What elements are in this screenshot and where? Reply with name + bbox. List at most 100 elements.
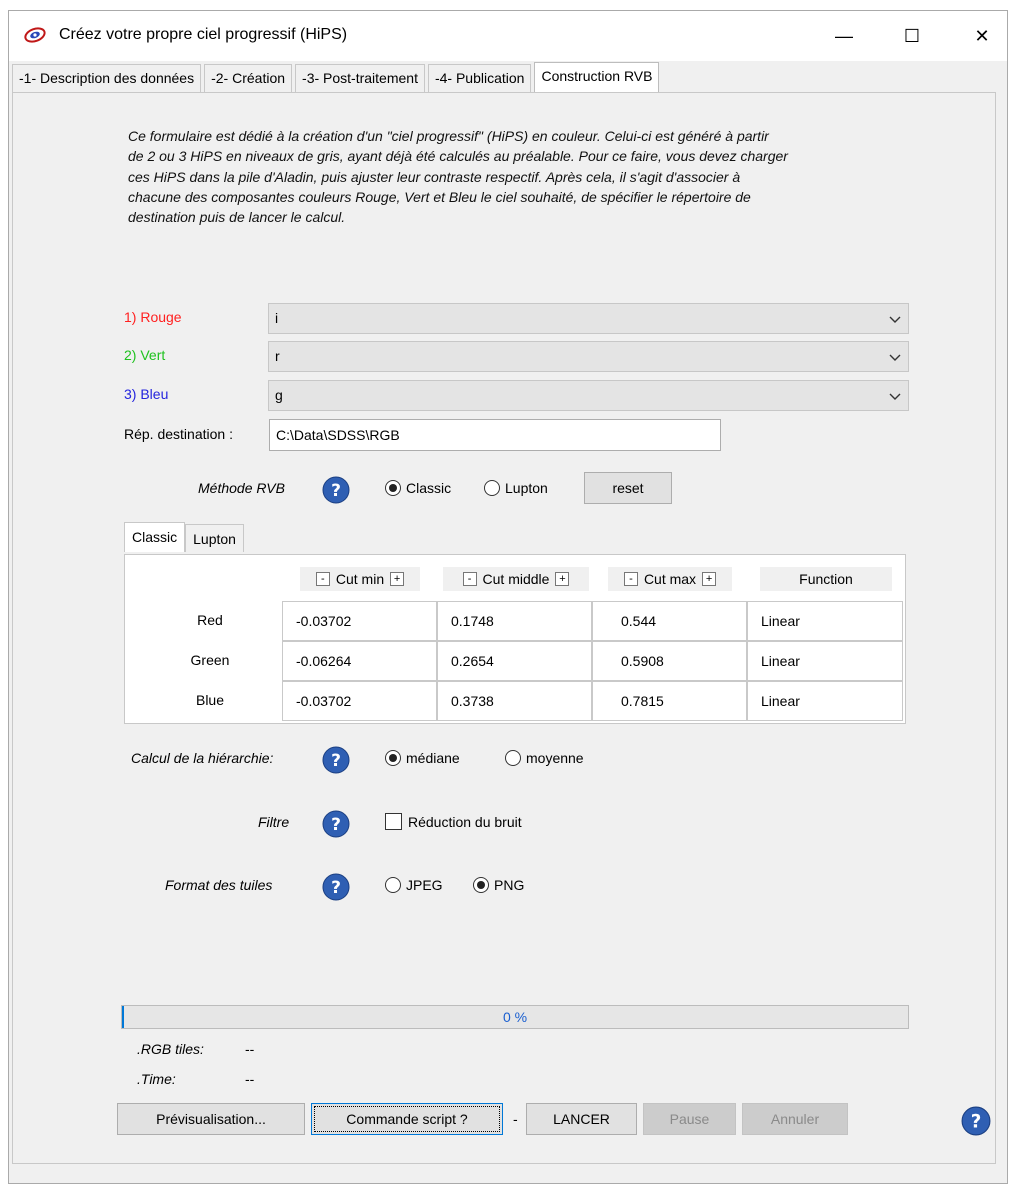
launch-button[interactable]: LANCER: [526, 1103, 637, 1135]
red-cut-min-field[interactable]: -0.03702: [282, 601, 437, 641]
cut-max-increase-button[interactable]: +: [702, 572, 717, 586]
method-classic-radio[interactable]: Classic: [385, 480, 451, 496]
tab-post-processing[interactable]: -3- Post-traitement: [295, 64, 425, 92]
cut-max-header: - Cut max +: [608, 567, 732, 591]
method-label: Méthode RVB: [198, 480, 285, 496]
blue-function-select[interactable]: Linear: [747, 681, 903, 721]
method-lupton-label: Lupton: [505, 480, 548, 496]
tab-publication[interactable]: -4- Publication: [427, 64, 532, 92]
reset-button[interactable]: reset: [584, 472, 672, 504]
cut-min-decrease-button[interactable]: -: [315, 572, 330, 586]
tab-lupton[interactable]: Lupton: [185, 524, 244, 552]
cut-max-label: Cut max: [643, 571, 697, 587]
row-blue-label: Blue: [195, 692, 225, 708]
blue-channel-label: 3) Bleu: [124, 386, 169, 402]
rgb-tiles-label: .RGB tiles:: [137, 1041, 204, 1057]
help-icon[interactable]: ?: [322, 873, 350, 901]
green-channel-value: r: [275, 348, 280, 364]
radio-selected: [473, 877, 489, 893]
svg-text:?: ?: [331, 481, 341, 501]
blue-cut-max-field[interactable]: 0.7815: [592, 681, 747, 721]
format-jpeg-radio[interactable]: JPEG: [385, 877, 443, 893]
progress-text: 0 %: [502, 1009, 528, 1025]
format-png-radio[interactable]: PNG: [473, 877, 524, 893]
destination-label: Rép. destination :: [124, 426, 233, 442]
cut-middle-decrease-button[interactable]: -: [462, 572, 477, 586]
row-green-label: Green: [190, 652, 230, 668]
destination-field[interactable]: [269, 419, 721, 451]
cut-min-increase-button[interactable]: +: [390, 572, 405, 586]
method-classic-label: Classic: [406, 480, 452, 496]
button-separator: -: [513, 1111, 518, 1127]
cut-min-label: Cut min: [335, 571, 385, 587]
progress-bar: 0 %: [121, 1005, 909, 1029]
help-icon[interactable]: ?: [322, 476, 350, 504]
preview-button[interactable]: Prévisualisation...: [117, 1103, 305, 1135]
format-jpeg-label: JPEG: [406, 877, 443, 893]
main-tabs: -1- Description des données -2- Création…: [12, 62, 662, 92]
format-png-label: PNG: [494, 877, 525, 893]
help-icon[interactable]: ?: [961, 1106, 991, 1136]
green-function-select[interactable]: Linear: [747, 641, 903, 681]
blue-cut-min-field[interactable]: -0.03702: [282, 681, 437, 721]
rgb-tiles-value: --: [245, 1041, 255, 1057]
tab-rgb-construction[interactable]: Construction RVB: [534, 62, 660, 92]
hierarchy-median-radio[interactable]: médiane: [385, 750, 460, 766]
red-channel-label: 1) Rouge: [124, 309, 182, 325]
green-channel-select[interactable]: r: [268, 341, 909, 372]
red-cut-middle-field[interactable]: 0.1748: [437, 601, 592, 641]
red-cut-max-field[interactable]: 0.544: [592, 601, 747, 641]
aladin-logo-icon: [24, 27, 46, 43]
cut-middle-increase-button[interactable]: +: [555, 572, 570, 586]
window-title: Créez votre propre ciel progressif (HiPS…: [59, 26, 348, 43]
pause-button: Pause: [643, 1103, 736, 1135]
script-command-button[interactable]: Commande script ?: [311, 1103, 503, 1135]
form-description: Ce formulaire est dédié à la création d'…: [128, 128, 788, 226]
green-channel-label: 2) Vert: [124, 347, 166, 363]
blue-cut-middle-field[interactable]: 0.3738: [437, 681, 592, 721]
tab-description[interactable]: -1- Description des données: [12, 64, 202, 92]
green-cut-max-field[interactable]: 0.5908: [592, 641, 747, 681]
tab-creation[interactable]: -2- Création: [204, 64, 293, 92]
time-value: --: [245, 1071, 255, 1087]
radio-selected: [385, 750, 401, 766]
chevron-down-icon: [889, 354, 901, 361]
help-icon[interactable]: ?: [322, 810, 350, 838]
tab-classic[interactable]: Classic: [124, 522, 186, 552]
hierarchy-mean-radio[interactable]: moyenne: [505, 750, 584, 766]
cut-max-decrease-button[interactable]: -: [623, 572, 638, 586]
svg-text:?: ?: [971, 1111, 982, 1132]
red-channel-select[interactable]: i: [268, 303, 909, 334]
tile-format-label: Format des tuiles: [165, 877, 273, 893]
minimize-button[interactable]: —: [829, 21, 859, 51]
red-function-select[interactable]: Linear: [747, 601, 903, 641]
maximize-button[interactable]: ☐: [897, 21, 927, 51]
green-cut-min-field[interactable]: -0.06264: [282, 641, 437, 681]
method-tabs: Classic Lupton: [124, 522, 244, 552]
chevron-down-icon: [889, 316, 901, 323]
blue-channel-select[interactable]: g: [268, 380, 909, 411]
cancel-button: Annuler: [742, 1103, 848, 1135]
filter-label: Filtre: [258, 814, 290, 830]
method-lupton-radio[interactable]: Lupton: [484, 480, 548, 496]
radio-unselected: [385, 877, 401, 893]
cut-middle-label: Cut middle: [482, 571, 550, 587]
noise-reduction-checkbox[interactable]: Réduction du bruit: [385, 813, 522, 830]
checkbox-box: [385, 813, 402, 830]
green-cut-middle-field[interactable]: 0.2654: [437, 641, 592, 681]
cut-min-header: - Cut min +: [300, 567, 420, 591]
red-channel-value: i: [275, 310, 279, 326]
cut-middle-header: - Cut middle +: [443, 567, 589, 591]
noise-reduction-label: Réduction du bruit: [408, 813, 522, 830]
help-icon[interactable]: ?: [322, 746, 350, 774]
title-bar: Créez votre propre ciel progressif (HiPS…: [9, 11, 1007, 61]
row-red-label: Red: [197, 612, 223, 628]
hierarchy-label: Calcul de la hiérarchie:: [131, 750, 274, 766]
hierarchy-median-label: médiane: [406, 750, 460, 766]
svg-text:?: ?: [331, 751, 341, 771]
svg-text:?: ?: [331, 815, 341, 835]
chevron-down-icon: [889, 393, 901, 400]
close-button[interactable]: ✕: [967, 21, 997, 51]
radio-selected: [385, 480, 401, 496]
radio-unselected: [484, 480, 500, 496]
